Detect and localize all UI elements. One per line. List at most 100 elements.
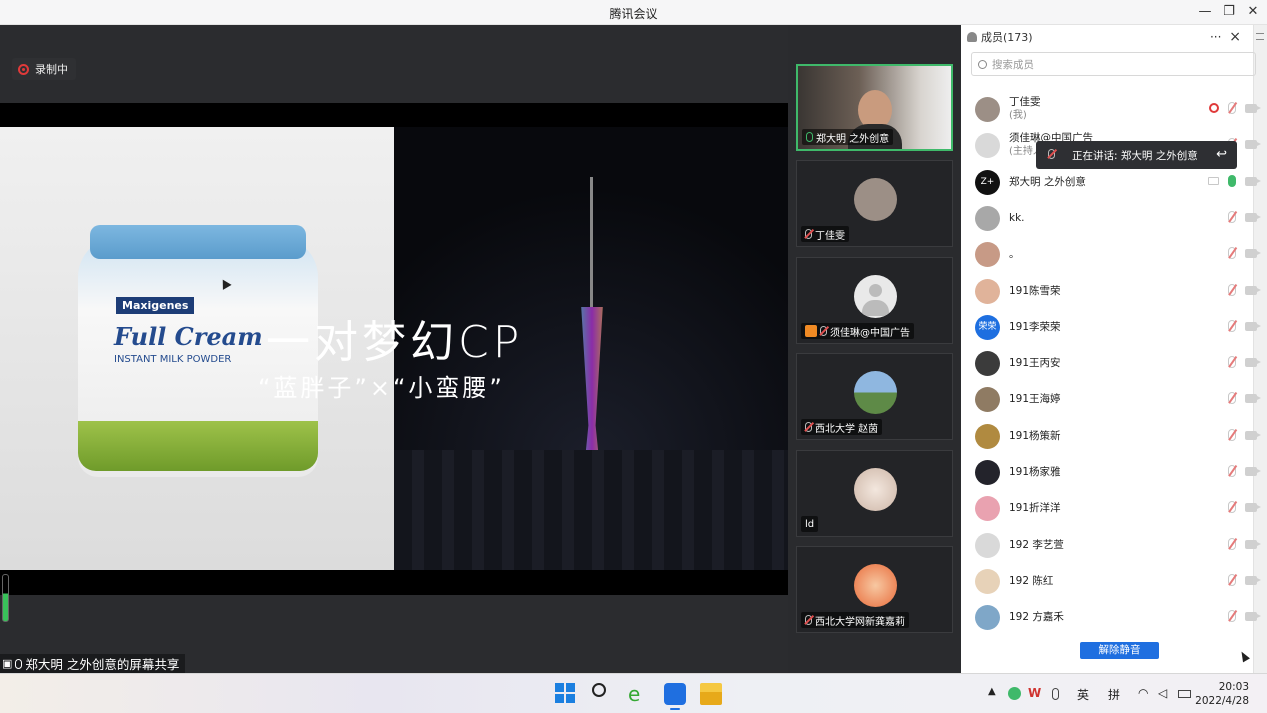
member-row[interactable]: 191折洋洋 (975, 494, 1261, 522)
close-panel-icon[interactable]: × (1229, 29, 1241, 45)
mouse-cursor-icon (1238, 649, 1250, 663)
camera-off-icon[interactable] (1245, 611, 1261, 621)
camera-off-icon[interactable] (1245, 212, 1261, 222)
restore-icon[interactable]: ❐ (1220, 3, 1238, 21)
member-role: (我) (1009, 110, 1027, 121)
more-options-icon[interactable]: ··· (1210, 30, 1221, 44)
presentation-slide: Maxigenes Full Cream INSTANT MILK POWDER… (0, 103, 788, 595)
mic-muted-icon[interactable] (1228, 102, 1236, 114)
member-row[interactable]: 191杨家雅 (975, 458, 1261, 486)
mic-muted-icon[interactable] (1228, 501, 1236, 513)
member-row[interactable]: 192 李艺萱 (975, 531, 1261, 559)
member-row[interactable]: 丁佳雯 (我) (975, 95, 1261, 123)
member-row[interactable]: 191陈雪荣 (975, 277, 1261, 305)
mic-muted-icon (805, 615, 812, 625)
video-tile[interactable]: 须佳琳@中国广告 (796, 257, 953, 344)
member-row[interactable]: kk. (975, 204, 1261, 232)
member-row[interactable]: 191杨策新 (975, 422, 1261, 450)
recording-icon (1209, 103, 1219, 113)
camera-off-icon[interactable] (1245, 430, 1261, 440)
camera-off-icon[interactable] (1245, 176, 1261, 186)
avatar (975, 278, 1000, 304)
video-tile[interactable]: 西北大学 赵茵 (796, 353, 953, 440)
avatar (975, 495, 1000, 521)
mic-muted-icon[interactable] (1228, 610, 1236, 622)
clock[interactable]: 20:03 2022/4/28 (1195, 680, 1249, 708)
member-name: 191杨家雅 (1009, 465, 1061, 478)
slide-title: 一对梦幻CP (266, 317, 524, 368)
mic-muted-icon[interactable] (1228, 429, 1236, 441)
volume-meter (2, 574, 9, 622)
member-row[interactable]: 192 方嘉禾 (975, 603, 1261, 631)
member-row[interactable]: 荣荣 191李荣荣 (975, 313, 1261, 341)
tencent-meeting-icon[interactable] (664, 683, 686, 705)
mic-muted-icon[interactable] (1228, 284, 1236, 296)
camera-off-icon[interactable] (1245, 466, 1261, 476)
member-row[interactable]: 191王丙安 (975, 349, 1261, 377)
minimize-icon[interactable]: — (1196, 3, 1214, 21)
mic-muted-icon[interactable] (1228, 211, 1236, 223)
camera-off-icon[interactable] (1245, 139, 1261, 149)
video-tile[interactable]: ld (796, 450, 953, 537)
search-icon[interactable] (592, 683, 614, 705)
member-name: 丁佳雯 (1009, 96, 1041, 108)
member-name: 191李荣荣 (1009, 320, 1061, 333)
member-row[interactable]: 。 (975, 240, 1261, 268)
recording-indicator[interactable]: 录制中 (12, 58, 76, 80)
avatar: 荣荣 (975, 314, 1000, 340)
input-lang-1[interactable]: 英 (1077, 686, 1089, 703)
mic-muted-icon[interactable] (1228, 392, 1236, 404)
microphone-icon[interactable] (1052, 688, 1059, 700)
speaker-icon[interactable]: ◁ (1158, 686, 1167, 700)
windows-start-icon[interactable] (555, 683, 577, 705)
member-name: 191王丙安 (1009, 356, 1061, 369)
video-tile[interactable]: 西北大学网新龚嘉莉 (796, 546, 953, 633)
tray-app-icon[interactable] (1008, 687, 1021, 700)
camera-off-icon[interactable] (1245, 539, 1261, 549)
camera-off-icon[interactable] (1245, 103, 1261, 113)
product-subtitle: INSTANT MILK POWDER (114, 354, 232, 365)
video-tile[interactable]: 郑大明 之外创意 (796, 64, 953, 151)
person-icon (967, 32, 977, 42)
avatar (854, 178, 897, 221)
avatar (854, 371, 897, 414)
member-name: 192 方嘉禾 (1009, 610, 1064, 623)
unmute-button[interactable]: 解除静音 (1080, 642, 1159, 659)
undo-icon[interactable]: ↩ (1216, 147, 1227, 162)
camera-off-icon[interactable] (1245, 502, 1261, 512)
file-explorer-icon[interactable] (700, 683, 722, 705)
avatar (975, 386, 1000, 412)
clock-time: 20:03 (1218, 681, 1249, 693)
mic-muted-icon[interactable] (1228, 247, 1236, 259)
wifi-icon[interactable]: ◠ (1138, 686, 1148, 700)
search-members-input[interactable]: 搜索成员 (971, 52, 1256, 76)
member-name: 192 李艺萱 (1009, 538, 1064, 551)
camera-off-icon[interactable] (1245, 357, 1261, 367)
browser-icon[interactable]: e (628, 683, 650, 705)
input-lang-2[interactable]: 拼 (1108, 686, 1120, 703)
avatar: Z+ (975, 169, 1000, 195)
member-row[interactable]: 191王海婷 (975, 385, 1261, 413)
battery-icon[interactable] (1178, 690, 1191, 698)
camera-off-icon[interactable] (1245, 248, 1261, 258)
wps-icon[interactable]: W (1028, 686, 1041, 700)
mic-muted-icon[interactable] (1228, 465, 1236, 477)
mic-icon[interactable] (1228, 175, 1236, 187)
product-brand: Maxigenes (116, 297, 195, 314)
mic-muted-icon[interactable] (1228, 538, 1236, 550)
video-tile[interactable]: 丁佳雯 (796, 160, 953, 247)
close-window-icon[interactable]: ✕ (1244, 3, 1262, 21)
camera-off-icon[interactable] (1245, 393, 1261, 403)
mic-muted-icon[interactable] (1228, 574, 1236, 586)
show-hidden-icons-icon[interactable]: ▲ (988, 686, 996, 697)
mic-muted-icon[interactable] (1228, 356, 1236, 368)
title-bar: 腾讯会议 — ❐ ✕ (0, 0, 1267, 25)
camera-off-icon[interactable] (1245, 285, 1261, 295)
camera-off-icon[interactable] (1245, 575, 1261, 585)
member-row[interactable]: 192 陈红 (975, 567, 1261, 595)
camera-off-icon[interactable] (1245, 321, 1261, 331)
menu-icon[interactable] (1256, 33, 1264, 40)
mic-muted-icon[interactable] (1228, 320, 1236, 332)
member-row[interactable]: Z+ 郑大明 之外创意 (975, 168, 1261, 196)
avatar (975, 423, 1000, 449)
